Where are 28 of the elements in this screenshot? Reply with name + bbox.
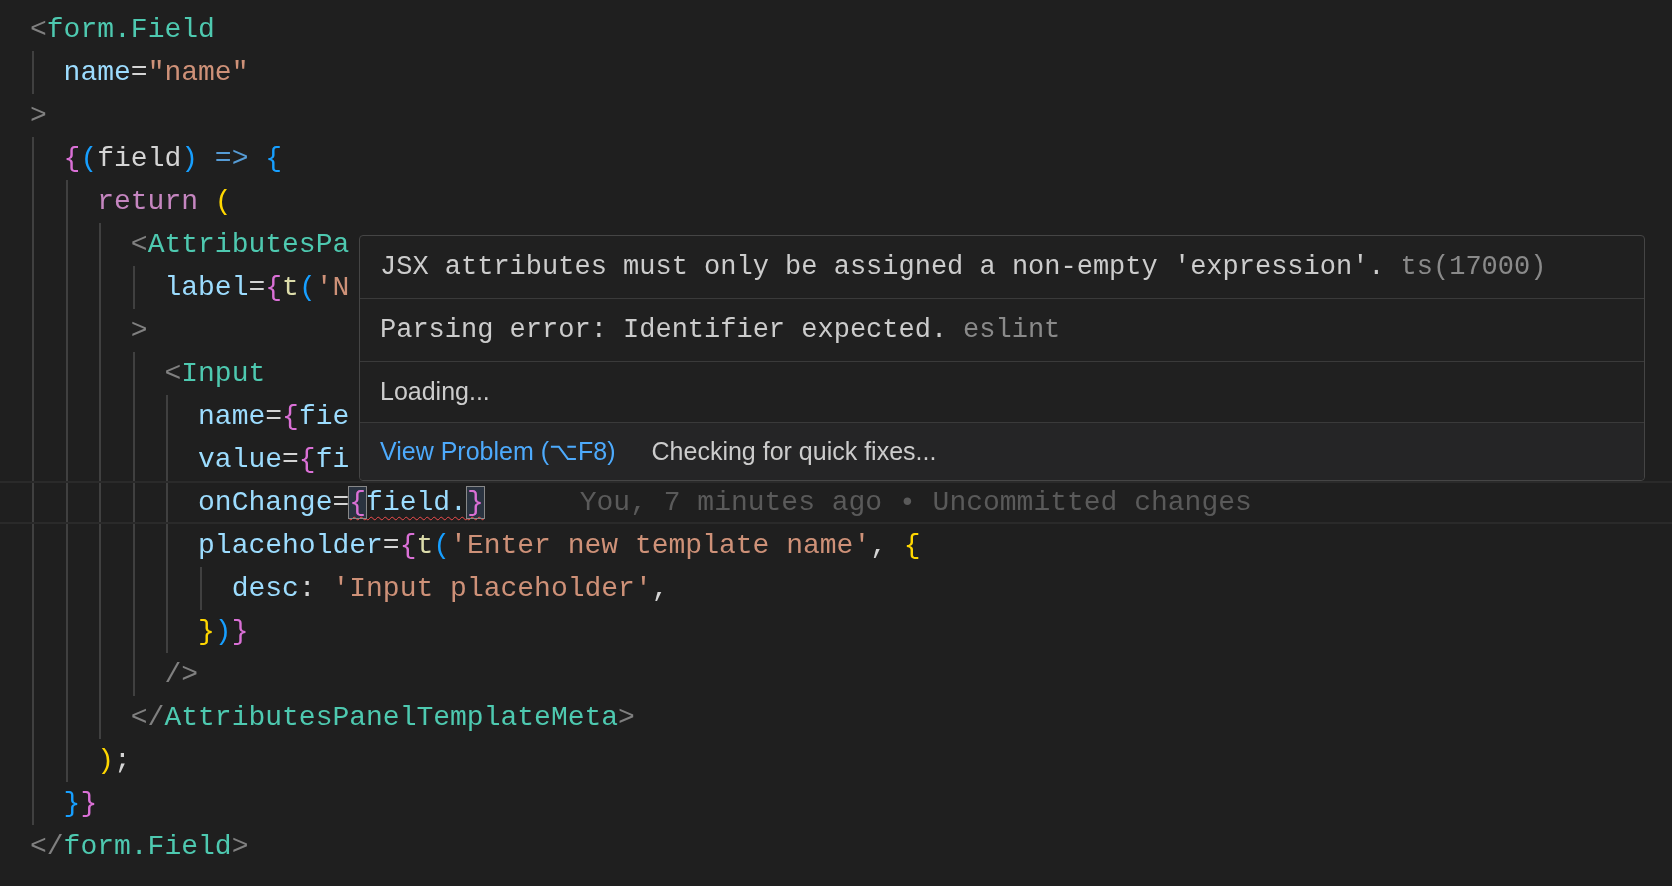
code-line: })}	[197, 615, 249, 649]
problem-source: ts(17000)	[1400, 250, 1547, 284]
code-line: }}	[62, 787, 98, 821]
code-line: placeholder={t('Enter new template name', {	[197, 529, 921, 563]
blame-annotation: You, 7 minutes ago • Uncommitted changes	[579, 485, 1252, 520]
code-line: <Input	[163, 357, 266, 391]
code-line: >	[129, 314, 148, 348]
problem-message: Parsing error: Identifier expected.	[380, 313, 948, 347]
code-line: <form.Field	[30, 13, 215, 47]
quick-fix-status: Checking for quick fixes...	[651, 435, 937, 467]
code-line: name="name"	[62, 56, 249, 90]
code-line: onChange={field.}	[197, 486, 484, 520]
code-line: />	[163, 658, 199, 692]
code-line: {(field) => {	[62, 142, 283, 176]
loading-text: Loading...	[380, 376, 490, 408]
code-line: label={t('N	[163, 271, 350, 305]
code-line: desc: 'Input placeholder',	[230, 572, 669, 606]
code-line: return (	[96, 185, 232, 219]
problem-message: JSX attributes must only be assigned a non-empty 'expression'.	[380, 250, 1385, 284]
code-line: >	[30, 99, 47, 133]
code-line: );	[96, 744, 131, 778]
code-line: </form.Field>	[30, 830, 249, 864]
code-line: value={fi	[197, 443, 350, 477]
code-line: name={fie	[197, 400, 350, 434]
code-line: <AttributesPa	[129, 228, 350, 262]
problem-source: eslint	[963, 313, 1061, 347]
code-line: </AttributesPanelTemplateMeta>	[129, 701, 635, 735]
view-problem-link[interactable]: View Problem (⌥F8)	[380, 432, 616, 471]
